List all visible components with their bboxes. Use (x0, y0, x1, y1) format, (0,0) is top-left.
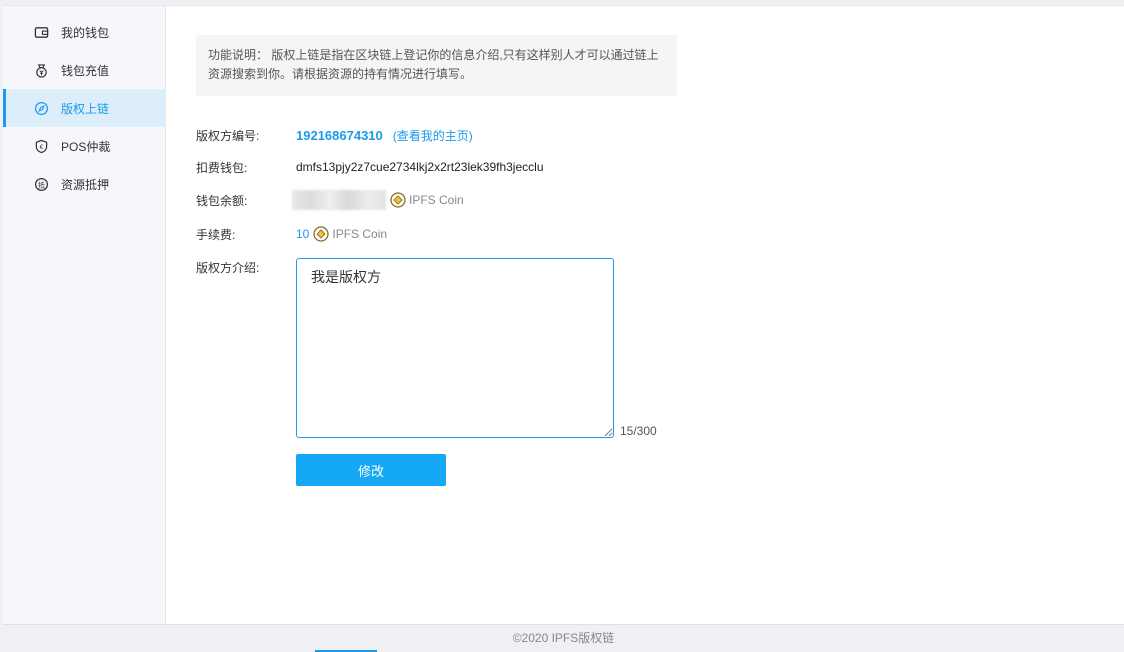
sidebar-item-recharge[interactable]: 钱包充值 (3, 51, 165, 89)
copyright-id-row: 版权方编号: 192168674310 (查看我的主页) (196, 126, 473, 144)
sidebar-item-resource-mortgage[interactable]: 抵 资源抵押 (3, 165, 165, 203)
ipfs-coin-icon (313, 226, 330, 242)
feature-notice: 功能说明： 版权上链是指在区块链上登记你的信息介绍,只有这样别人才可以通过链上资… (196, 35, 677, 96)
sidebar-item-copyright-chain[interactable]: 版权上链 (3, 89, 165, 127)
arbitration-icon: € (33, 138, 49, 154)
wallet-address: dmfs13pjy2z7cue2734lkj2x2rt23lek39fh3jec… (296, 160, 544, 174)
wallet-row: 扣费钱包: dmfs13pjy2z7cue2734lkj2x2rt23lek39… (196, 158, 544, 176)
wallet-label: 扣费钱包: (196, 160, 248, 175)
copyright-id-label: 版权方编号: (196, 128, 260, 143)
svg-text:抵: 抵 (37, 180, 44, 189)
sidebar-item-label: 资源抵押 (61, 177, 110, 192)
footer: ©2020 IPFS版权链 (3, 624, 1124, 652)
balance-value-redacted (292, 190, 386, 210)
fee-coin: IPFS Coin (313, 226, 387, 242)
char-counter: 15/300 (620, 424, 657, 438)
app-frame: 我的钱包 钱包充值 版权上链 € POS仲裁 抵 资源抵押 功能说明： 版权上链… (3, 5, 1124, 624)
ipfs-coin-icon (390, 192, 406, 208)
sidebar-item-pos-arbitration[interactable]: € POS仲裁 (3, 127, 165, 165)
compass-icon (33, 100, 49, 116)
recharge-icon (33, 62, 49, 78)
sidebar-item-label: 我的钱包 (61, 25, 110, 40)
fee-coin-label: IPFS Coin (332, 227, 388, 241)
intro-textarea[interactable]: 我是版权方 (296, 258, 614, 438)
balance-coin: IPFS Coin (390, 192, 464, 208)
modify-button[interactable]: 修改 (296, 454, 446, 486)
balance-coin-label: IPFS Coin (409, 193, 464, 207)
mortgage-icon: 抵 (33, 176, 49, 192)
sidebar-item-label: POS仲裁 (61, 139, 111, 154)
svg-text:€: € (39, 143, 43, 150)
sidebar-item-label: 版权上链 (61, 101, 110, 116)
copyright-id-value: 192168674310 (296, 127, 383, 143)
sidebar: 我的钱包 钱包充值 版权上链 € POS仲裁 抵 资源抵押 (3, 6, 166, 624)
fee-label: 手续费: (196, 227, 236, 242)
intro-label: 版权方介绍: (196, 261, 260, 275)
fee-row: 手续费: 10 IPFS Coin (196, 224, 387, 244)
wallet-icon (33, 24, 49, 40)
main-content: 功能说明： 版权上链是指在区块链上登记你的信息介绍,只有这样别人才可以通过链上资… (166, 6, 1124, 624)
balance-row: 钱包余额: IPFS Coin (196, 190, 464, 210)
sidebar-item-my-wallet[interactable]: 我的钱包 (3, 13, 165, 51)
view-homepage-link[interactable]: (查看我的主页) (393, 127, 473, 144)
copyright-text: ©2020 IPFS版权链 (512, 631, 615, 645)
fee-value: 10 (296, 227, 310, 241)
sidebar-item-label: 钱包充值 (61, 63, 110, 78)
balance-label: 钱包余额: (196, 193, 248, 208)
